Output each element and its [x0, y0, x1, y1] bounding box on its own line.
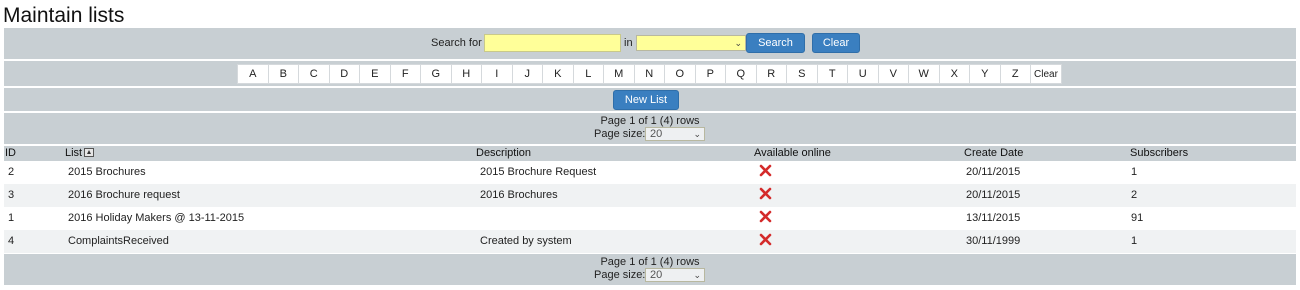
- alpha-filter-s[interactable]: S: [786, 64, 817, 84]
- table-header: ID List Description Available online Cre…: [4, 146, 1296, 161]
- header-list-label: List: [65, 147, 83, 159]
- page-size-select[interactable]: 20 ⌄: [645, 268, 705, 282]
- cell-id: 2: [8, 166, 15, 178]
- header-list[interactable]: List: [65, 147, 95, 159]
- cell-description: 2015 Brochure Request: [480, 166, 597, 178]
- alpha-filter-l[interactable]: L: [572, 64, 603, 84]
- alpha-filter-v[interactable]: V: [877, 64, 908, 84]
- alpha-filter-c[interactable]: C: [298, 64, 329, 84]
- red-cross-icon: [759, 187, 772, 200]
- alpha-filter-y[interactable]: Y: [969, 64, 1000, 84]
- pager-top: Page 1 of 1 (4) rows Page size: 20 ⌄: [4, 113, 1296, 144]
- search-field-select[interactable]: ⌄: [636, 35, 746, 51]
- chevron-down-icon: ⌄: [693, 270, 701, 280]
- cell-subscribers: 1: [1131, 166, 1138, 178]
- alpha-filter-u[interactable]: U: [847, 64, 878, 84]
- search-bar: Search for in ⌄ Search Clear: [4, 28, 1296, 59]
- alpha-filter-d[interactable]: D: [328, 64, 359, 84]
- page-size-select[interactable]: 20 ⌄: [645, 127, 705, 141]
- cell-id: 4: [8, 235, 15, 247]
- pager-text: Page 1 of 1 (4) rows: [600, 115, 700, 127]
- lists-table: ID List Description Available online Cre…: [4, 146, 1296, 253]
- alphabet-filter-bar: A B C D E F G H I J K L M N O P Q R S T U V W X Y Z Clear: [4, 61, 1296, 86]
- alpha-filter-j[interactable]: J: [511, 64, 542, 84]
- cell-subscribers: 91: [1131, 212, 1144, 224]
- alpha-filter-b[interactable]: B: [267, 64, 298, 84]
- header-id[interactable]: ID: [5, 147, 16, 159]
- cell-list-name[interactable]: 2015 Brochures: [68, 166, 146, 178]
- alpha-filter-g[interactable]: G: [420, 64, 451, 84]
- header-create-date[interactable]: Create Date: [964, 147, 1023, 159]
- alpha-filter-clear[interactable]: Clear: [1030, 64, 1062, 84]
- cell-subscribers: 2: [1131, 189, 1138, 201]
- table-row[interactable]: 1 2016 Holiday Makers @ 13-11-2015 13/11/2…: [4, 207, 1296, 230]
- alpha-filter-r[interactable]: R: [755, 64, 786, 84]
- cell-description: Created by system: [480, 235, 572, 247]
- alpha-filter-x[interactable]: X: [938, 64, 969, 84]
- alpha-filter-p[interactable]: P: [694, 64, 725, 84]
- alpha-filter-z[interactable]: Z: [999, 64, 1030, 84]
- search-for-label: Search for: [431, 37, 482, 49]
- alpha-filter-w[interactable]: W: [908, 64, 939, 84]
- header-subscribers[interactable]: Subscribers: [1130, 147, 1188, 159]
- table-body: 2 2015 Brochures 2015 Brochure Request 20/1…: [4, 161, 1296, 253]
- chevron-down-icon: ⌄: [734, 38, 742, 48]
- alphabet-filter: A B C D E F G H I J K L M N O P Q R S T U V W X Y Z Clear: [237, 64, 1062, 84]
- sort-ascending-icon[interactable]: [84, 148, 95, 157]
- red-cross-icon: [759, 233, 772, 246]
- page-size-label: Page size:: [594, 128, 646, 140]
- red-cross-icon: [759, 210, 772, 223]
- cell-description: 2016 Brochures: [480, 189, 558, 201]
- page-size-label: Page size:: [594, 269, 646, 281]
- alpha-filter-k[interactable]: K: [542, 64, 573, 84]
- cell-id: 1: [8, 212, 15, 224]
- search-row: Search for in ⌄ Search Clear: [4, 33, 1296, 53]
- cell-create-date: 13/11/2015: [966, 212, 1021, 224]
- alpha-filter-a[interactable]: A: [237, 64, 268, 84]
- alpha-filter-o[interactable]: O: [664, 64, 695, 84]
- new-list-bar: New List: [4, 88, 1296, 111]
- page-size-value: 20: [650, 269, 663, 281]
- cell-create-date: 20/11/2015: [966, 189, 1021, 201]
- search-button[interactable]: Search: [746, 33, 805, 53]
- pager-bottom: Page 1 of 1 (4) rows Page size: 20 ⌄: [4, 254, 1296, 285]
- cell-list-name[interactable]: 2016 Brochure request: [68, 189, 180, 201]
- alpha-filter-h[interactable]: H: [450, 64, 481, 84]
- new-list-button[interactable]: New List: [613, 90, 679, 110]
- alpha-filter-e[interactable]: E: [359, 64, 390, 84]
- alpha-filter-i[interactable]: I: [481, 64, 512, 84]
- search-in-label: in: [624, 37, 633, 49]
- alpha-filter-m[interactable]: M: [603, 64, 634, 84]
- cell-list-name[interactable]: 2016 Holiday Makers @ 13-11-2015: [68, 212, 244, 224]
- alpha-filter-t[interactable]: T: [816, 64, 847, 84]
- cell-create-date: 30/11/1999: [966, 235, 1021, 247]
- page-title: Maintain lists: [3, 4, 125, 27]
- table-row[interactable]: 2 2015 Brochures 2015 Brochure Request 20/1…: [4, 161, 1296, 184]
- cell-id: 3: [8, 189, 15, 201]
- search-input[interactable]: [484, 34, 621, 52]
- page-size-value: 20: [650, 128, 663, 140]
- alpha-filter-q[interactable]: Q: [725, 64, 756, 84]
- header-available-online[interactable]: Available online: [754, 147, 831, 159]
- cell-subscribers: 1: [1131, 235, 1138, 247]
- clear-search-button[interactable]: Clear: [812, 33, 860, 53]
- table-row[interactable]: 3 2016 Brochure request 2016 Brochures 20/1…: [4, 184, 1296, 207]
- red-cross-icon: [759, 164, 772, 177]
- alpha-filter-f[interactable]: F: [389, 64, 420, 84]
- alpha-filter-n[interactable]: N: [633, 64, 664, 84]
- cell-create-date: 20/11/2015: [966, 166, 1021, 178]
- chevron-down-icon: ⌄: [693, 129, 701, 139]
- cell-list-name[interactable]: ComplaintsReceived: [68, 235, 169, 247]
- pager-text: Page 1 of 1 (4) rows: [600, 256, 700, 268]
- header-description[interactable]: Description: [476, 147, 531, 159]
- table-row[interactable]: 4 ComplaintsReceived Created by system 30/1…: [4, 230, 1296, 253]
